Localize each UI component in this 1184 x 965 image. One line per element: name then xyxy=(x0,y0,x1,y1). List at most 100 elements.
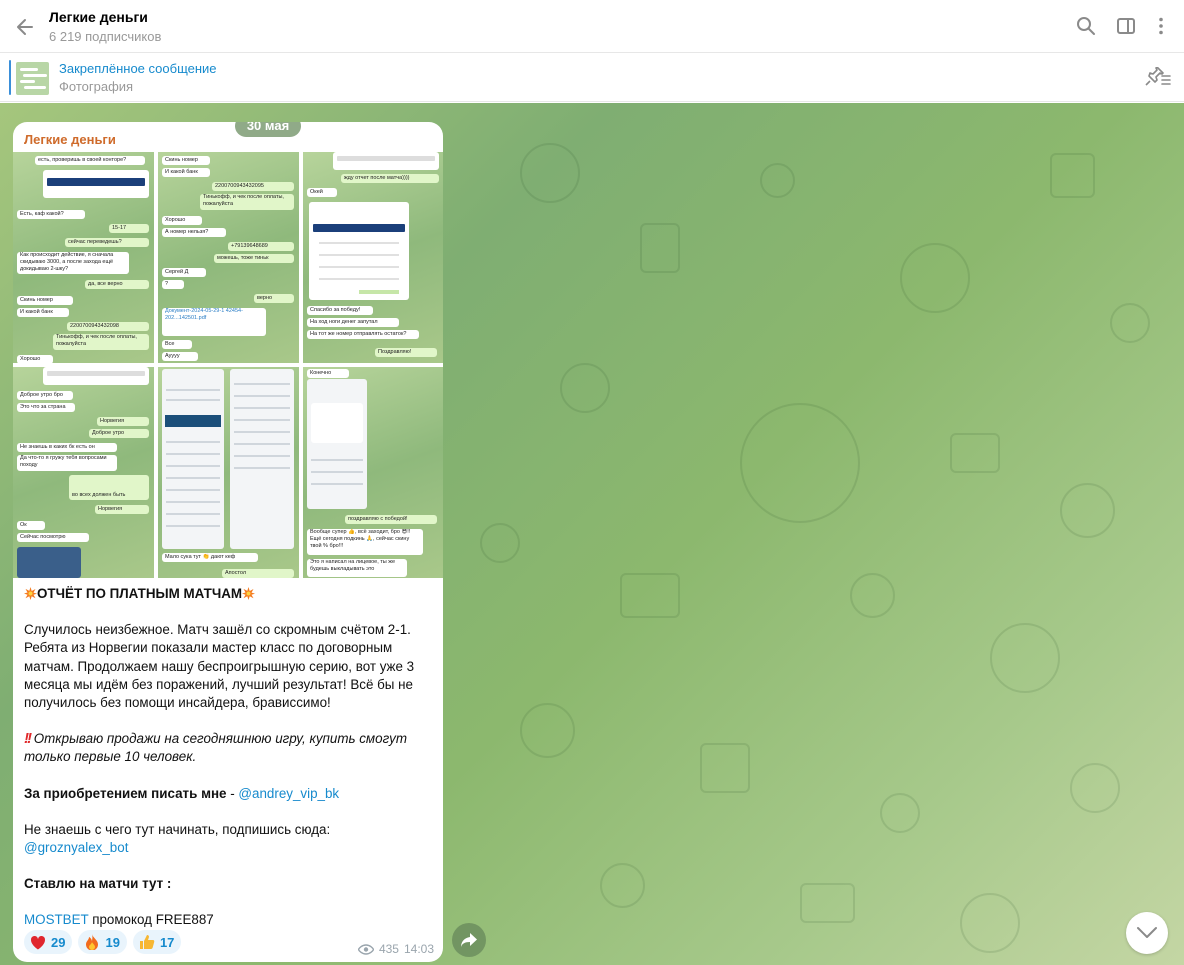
album-photo-3[interactable]: жду отчет после матча)))) Окей Спасибо з… xyxy=(303,152,443,363)
chat-message: Норвегия xyxy=(95,505,149,514)
chat-message: На тот же номер отправлять остаток? xyxy=(307,330,419,339)
headline-text: ОТЧЁТ ПО ПЛАТНЫМ МАТЧАМ xyxy=(37,586,243,601)
thumbs-up-icon xyxy=(139,934,155,950)
scroll-to-bottom-button[interactable] xyxy=(1126,912,1168,954)
chat-message: Это я написал на лицевое, ты же будешь в… xyxy=(307,559,407,577)
chat-message: Есть, каф какой? xyxy=(17,210,85,219)
share-arrow-icon xyxy=(461,933,477,947)
reaction-thumbs-up[interactable]: 17 xyxy=(132,930,182,954)
mostbet-link[interactable]: MOSTBET xyxy=(24,912,88,927)
post-time: 14:03 xyxy=(403,942,434,956)
post-paragraph-2: !! Открываю продажи на сегодняшнюю игру,… xyxy=(24,730,408,765)
photo-album[interactable]: есть, проверишь в своей конторе? Есть, к… xyxy=(13,152,443,578)
chat-message: 2200700943432098 xyxy=(67,322,149,331)
collision-icon xyxy=(242,587,256,600)
pinned-subtitle: Фотография xyxy=(59,79,134,94)
chat-message: +79139648689 xyxy=(228,242,294,251)
chat-message: Ок xyxy=(17,521,45,530)
chat-message: верно xyxy=(254,294,294,303)
channel-title[interactable]: Легкие деньги xyxy=(49,9,148,25)
chat-message: поздравляю с победой! xyxy=(345,515,437,524)
chat-message: Хорошо xyxy=(162,216,202,225)
chat-message: Тинькофф, и чек после оплаты, пожалуйста xyxy=(53,334,149,350)
search-button[interactable] xyxy=(1073,13,1099,39)
chat-message: Скинь номер xyxy=(17,296,73,305)
contact-line: За приобретением писать мне - @andrey_vi… xyxy=(24,785,340,801)
post-text: ОТЧЁТ ПО ПЛАТНЫМ МАТЧАМ Случилось неизбе… xyxy=(24,585,434,948)
channel-post[interactable]: Легкие деньги есть, проверишь в своей ко… xyxy=(13,122,443,962)
forward-button[interactable] xyxy=(452,923,486,957)
album-photo-6[interactable]: Конечно поздравляю с победой! Вообще суп… xyxy=(303,367,443,578)
chat-message: Окей xyxy=(307,188,337,197)
subscriber-count: 6 219 подписчиков xyxy=(49,29,162,44)
chat-message: ? xyxy=(162,280,184,289)
chat-message: 2200700943432095 xyxy=(212,182,294,191)
document-message: Документ-2024-05-29-1 42454-202...142501… xyxy=(162,308,266,336)
chat-message: Все xyxy=(162,340,192,349)
collision-icon xyxy=(24,587,37,600)
chat-message: И какой банк xyxy=(17,308,69,317)
back-button[interactable] xyxy=(10,12,40,42)
chat-message: Да что-то я гружу тебя вопросами походу xyxy=(17,455,117,471)
chat-background: Легкие деньги есть, проверишь в своей ко… xyxy=(0,103,1184,965)
pinned-list-button[interactable] xyxy=(1144,66,1172,89)
post-sender[interactable]: Легкие деньги xyxy=(24,132,116,147)
chat-message: 15-17 xyxy=(109,224,149,233)
album-photo-2[interactable]: Скинь номер И какой банк 220070094343209… xyxy=(158,152,299,363)
chevron-down-icon xyxy=(1137,927,1157,938)
arrow-left-icon xyxy=(17,19,33,35)
chat-message: Ауууу xyxy=(162,352,198,361)
chat-message: Сергей Д xyxy=(162,268,206,277)
chat-message: Мало сука тут 👏 дают кеф xyxy=(162,553,258,562)
pin-list-icon xyxy=(1145,66,1171,86)
pinned-indicator xyxy=(9,60,11,95)
album-photo-5[interactable]: Мало сука тут 👏 дают кеф Апостол xyxy=(158,367,299,578)
chat-message: На ход ноги денег запутал xyxy=(307,318,399,327)
reactions-bar: 29 19 17 xyxy=(24,930,182,954)
chat-message: Вообще супер 👍, всё заходит, бро 😎!!Ещё … xyxy=(307,529,423,555)
album-photo-1[interactable]: есть, проверишь в своей конторе? Есть, к… xyxy=(13,152,154,363)
reaction-heart[interactable]: 29 xyxy=(24,930,73,954)
heart-icon xyxy=(30,934,46,950)
chat-message: Доброе утро xyxy=(89,429,149,438)
chat-message: Сейчас посмотрю xyxy=(17,533,89,542)
more-vertical-icon xyxy=(1159,17,1163,35)
chat-message: есть, проверишь в своей конторе? xyxy=(35,156,145,165)
pinned-thumbnail xyxy=(16,62,49,95)
chat-message: Конечно xyxy=(307,369,349,378)
pinned-message-bar[interactable]: Закреплённое сообщение Фотография xyxy=(0,54,1184,102)
chat-message: жду отчет после матча)))) xyxy=(341,174,439,183)
chat-message: А номер нельзя? xyxy=(162,228,226,237)
view-count: 435 xyxy=(378,942,399,956)
chat-message: Не знаешь в каких бк есть он xyxy=(17,443,117,452)
chat-message: Норвегия xyxy=(97,417,149,426)
album-photo-4[interactable]: Доброе утро бро Это что за страна Норвег… xyxy=(13,367,154,578)
chat-message: Это что за страна xyxy=(17,403,75,412)
chat-message: во всех должен быть xyxy=(69,491,149,500)
bets-label: Ставлю на матчи тут : xyxy=(24,876,172,892)
chat-message: Как происходит действие, я сначала скиды… xyxy=(17,252,129,274)
chat-message: Хорошо xyxy=(17,355,53,363)
sidebar-icon xyxy=(1117,18,1135,34)
reaction-fire[interactable]: 19 xyxy=(78,930,127,954)
chat-message: Апостол xyxy=(222,569,294,578)
bot-link[interactable]: @groznyalex_bot xyxy=(24,839,434,857)
chat-message: Поздравляю! xyxy=(375,348,437,357)
chat-header: Легкие деньги 6 219 подписчиков xyxy=(0,0,1184,53)
chat-message: можешь, тоже тиньк xyxy=(214,254,294,263)
chat-message: И какой банк xyxy=(162,168,210,177)
date-separator: 30 мая xyxy=(235,122,301,137)
sidebar-toggle-button[interactable] xyxy=(1113,13,1139,39)
pinned-title: Закреплённое сообщение xyxy=(59,61,217,76)
post-paragraph-1: Случилось неизбежное. Матч зашёл со скро… xyxy=(24,622,415,711)
eye-icon xyxy=(357,943,374,955)
search-icon xyxy=(1077,17,1095,35)
chat-message: Скинь номер xyxy=(162,156,210,165)
post-meta: 435 14:03 xyxy=(357,942,434,956)
more-menu-button[interactable] xyxy=(1148,13,1174,39)
chat-message: Доброе утро бро xyxy=(17,391,73,400)
contact-link[interactable]: @andrey_vip_bk xyxy=(238,786,339,801)
chat-message: Тинькофф, и чек после оплаты, пожалуйста xyxy=(200,194,294,210)
double-exclamation-icon: !! xyxy=(24,730,32,748)
start-line: Не знаешь с чего тут начинать, подпишись… xyxy=(24,821,434,857)
